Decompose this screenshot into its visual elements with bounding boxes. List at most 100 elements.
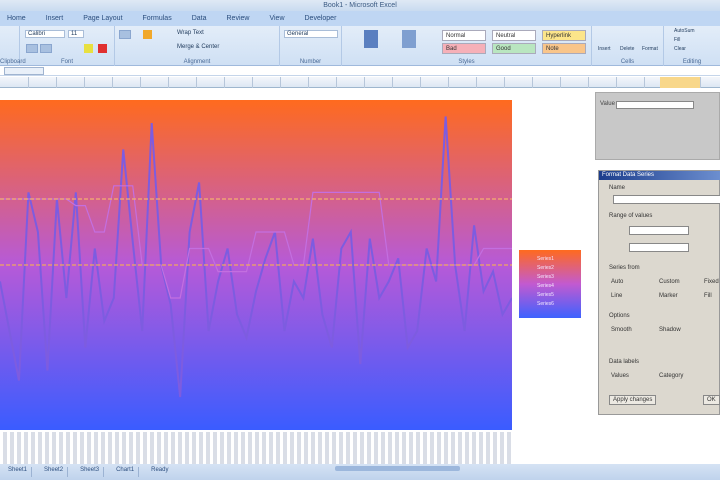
delete-cells-button[interactable]: Delete xyxy=(620,46,634,52)
style-normal[interactable]: Normal xyxy=(442,30,486,41)
orientation-icon[interactable] xyxy=(143,30,152,39)
tab-developer[interactable]: Developer xyxy=(302,14,340,23)
style-note[interactable]: Note xyxy=(542,43,586,54)
align-top-icon[interactable] xyxy=(119,30,131,39)
horizontal-scrollbar[interactable] xyxy=(335,466,460,471)
worksheet-cells[interactable] xyxy=(0,432,512,464)
group-number: General Number xyxy=(280,26,342,66)
ribbon-tabs: Home Insert Page Layout Formulas Data Re… xyxy=(0,11,720,26)
merge-center-button[interactable]: Merge & Center xyxy=(177,44,219,50)
tab-page-layout[interactable]: Page Layout xyxy=(80,14,125,23)
tab-review[interactable]: Review xyxy=(224,14,253,23)
tab-insert[interactable]: Insert xyxy=(43,14,67,23)
option-values[interactable]: Values xyxy=(611,373,629,379)
font-size-select[interactable]: 11 xyxy=(68,30,84,38)
chart-legend[interactable]: Series1 Series2 Series3 Series4 Series5 … xyxy=(519,250,581,318)
range-to-input[interactable] xyxy=(629,243,689,252)
format-as-table-icon[interactable] xyxy=(402,30,416,48)
legend-entry: Series6 xyxy=(537,301,554,307)
column-divider[interactable] xyxy=(196,77,197,88)
column-divider[interactable] xyxy=(168,77,169,88)
column-divider[interactable] xyxy=(700,77,701,88)
style-neutral[interactable]: Neutral xyxy=(492,30,536,41)
column-divider[interactable] xyxy=(504,77,505,88)
format-series-dialog: Format Data Series Name Range of values … xyxy=(598,170,720,415)
column-divider[interactable] xyxy=(476,77,477,88)
column-divider[interactable] xyxy=(560,77,561,88)
wrap-text-button[interactable]: Wrap Text xyxy=(177,30,204,36)
group-clipboard: Clipboard xyxy=(0,26,26,66)
fill-button[interactable]: Fill xyxy=(674,37,680,43)
group-label: Cells xyxy=(620,59,635,65)
column-divider[interactable] xyxy=(336,77,337,88)
legend-entry: Series1 xyxy=(537,256,554,262)
column-divider[interactable] xyxy=(392,77,393,88)
option-line[interactable]: Line xyxy=(611,293,622,299)
column-divider[interactable] xyxy=(140,77,141,88)
column-divider[interactable] xyxy=(84,77,85,88)
column-headers xyxy=(0,77,720,88)
column-divider[interactable] xyxy=(224,77,225,88)
option-smooth[interactable]: Smooth xyxy=(611,327,632,333)
italic-button[interactable] xyxy=(40,44,52,53)
group-alignment: Wrap Text Merge & Center Alignment xyxy=(115,26,280,66)
column-divider[interactable] xyxy=(280,77,281,88)
conditional-formatting-icon[interactable] xyxy=(364,30,378,48)
sheet-tab[interactable]: Sheet2 xyxy=(40,467,69,477)
column-divider[interactable] xyxy=(588,77,589,88)
column-divider[interactable] xyxy=(644,77,645,88)
column-divider[interactable] xyxy=(252,77,253,88)
section-options: Options xyxy=(609,313,630,319)
insert-cells-button[interactable]: Insert xyxy=(598,46,611,52)
option-custom[interactable]: Custom xyxy=(659,279,680,285)
selected-column-header[interactable] xyxy=(660,77,700,88)
value-input[interactable] xyxy=(616,101,694,109)
group-cells: Insert Delete Format Cells xyxy=(592,26,664,66)
chart-plot-area[interactable] xyxy=(0,100,512,430)
tab-formulas[interactable]: Formulas xyxy=(140,14,175,23)
tab-home[interactable]: Home xyxy=(4,14,29,23)
ribbon: Clipboard Calibri 11 Font Wrap Text Merg… xyxy=(0,26,720,66)
option-auto[interactable]: Auto xyxy=(611,279,623,285)
sheet-tab[interactable]: Chart1 xyxy=(112,467,140,477)
option-shadow[interactable]: Shadow xyxy=(659,327,681,333)
column-divider[interactable] xyxy=(308,77,309,88)
highlight-color-icon[interactable] xyxy=(84,44,93,53)
format-cells-button[interactable]: Format xyxy=(642,46,658,52)
column-divider[interactable] xyxy=(56,77,57,88)
formula-bar[interactable] xyxy=(0,66,720,76)
column-divider[interactable] xyxy=(448,77,449,88)
clear-button[interactable]: Clear xyxy=(674,46,686,52)
column-divider[interactable] xyxy=(28,77,29,88)
sheet-tab[interactable]: Sheet1 xyxy=(4,467,33,477)
group-label: Alignment xyxy=(183,59,211,65)
name-box[interactable] xyxy=(4,67,44,75)
style-bad[interactable]: Bad xyxy=(442,43,486,54)
section-name: Name xyxy=(609,185,626,191)
font-color-icon[interactable] xyxy=(98,44,107,53)
dialog-title: Format Data Series xyxy=(602,172,655,178)
tab-data[interactable]: Data xyxy=(189,14,210,23)
option-fill[interactable]: Fill xyxy=(704,293,712,299)
range-from-input[interactable] xyxy=(629,226,689,235)
tab-view[interactable]: View xyxy=(266,14,287,23)
option-marker[interactable]: Marker xyxy=(659,293,678,299)
window-title: Book1 - Microsoft Excel xyxy=(323,2,397,9)
apply-button[interactable]: Apply changes xyxy=(609,395,657,405)
number-format-select[interactable]: General xyxy=(284,30,338,38)
autosum-button[interactable]: AutoSum xyxy=(674,28,695,34)
option-fixed[interactable]: Fixed xyxy=(704,279,719,285)
column-divider[interactable] xyxy=(420,77,421,88)
column-divider[interactable] xyxy=(616,77,617,88)
style-hyperlink[interactable]: Hyperlink xyxy=(542,30,586,41)
bold-button[interactable] xyxy=(26,44,38,53)
style-good[interactable]: Good xyxy=(492,43,536,54)
sheet-tab[interactable]: Sheet3 xyxy=(76,467,105,477)
column-divider[interactable] xyxy=(112,77,113,88)
font-name-select[interactable]: Calibri xyxy=(25,30,65,38)
name-input[interactable] xyxy=(613,195,720,204)
ok-button[interactable]: OK xyxy=(703,395,720,405)
column-divider[interactable] xyxy=(364,77,365,88)
option-category[interactable]: Category xyxy=(659,373,683,379)
column-divider[interactable] xyxy=(532,77,533,88)
